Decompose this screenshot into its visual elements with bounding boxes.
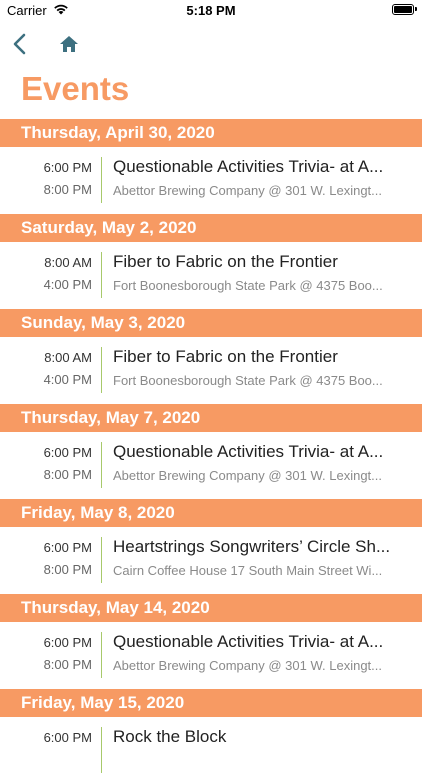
event-row[interactable]: 8:00 AM 4:00 PM Fiber to Fabric on the F… [0,337,422,404]
page-title: Events [21,70,130,107]
event-title: Fiber to Fabric on the Frontier [113,347,338,366]
event-title: Questionable Activities Trivia- at A... [113,632,384,651]
events-list: Thursday, April 30, 2020 6:00 PM 8:00 PM… [0,119,422,784]
chevron-left-icon [13,33,26,55]
event-divider [101,157,102,203]
event-title: Rock the Block [113,727,227,746]
home-button[interactable] [58,34,80,54]
status-bar: Carrier 5:18 PM [0,0,422,22]
event-start-time: 8:00 AM [44,350,92,365]
event-row[interactable]: 6:00 PM 8:00 PM Questionable Activities … [0,432,422,499]
event-location: Abettor Brewing Company @ 301 W. Lexingt… [113,468,382,483]
day-section: Saturday, May 2, 2020 8:00 AM 4:00 PM Fi… [0,214,422,309]
event-location: Fort Boonesborough State Park @ 4375 Boo… [113,278,383,293]
event-divider [101,727,102,773]
day-section: Thursday, May 14, 2020 6:00 PM 8:00 PM Q… [0,594,422,689]
event-divider [101,252,102,298]
day-section: Thursday, April 30, 2020 6:00 PM 8:00 PM… [0,119,422,214]
day-section: Friday, May 8, 2020 6:00 PM 8:00 PM Hear… [0,499,422,594]
event-end-time: 4:00 PM [43,277,92,292]
event-row[interactable]: 6:00 PM 8:00 PM Questionable Activities … [0,622,422,689]
event-start-time: 6:00 PM [43,445,92,460]
day-header: Friday, May 8, 2020 [0,499,422,527]
event-location: Abettor Brewing Company @ 301 W. Lexingt… [113,658,382,673]
day-header: Thursday, April 30, 2020 [0,119,422,147]
event-row[interactable]: 8:00 AM 4:00 PM Fiber to Fabric on the F… [0,242,422,309]
navigation-bar [0,26,422,62]
day-header: Sunday, May 3, 2020 [0,309,422,337]
event-start-time: 6:00 PM [43,160,92,175]
event-divider [101,347,102,393]
event-title: Fiber to Fabric on the Frontier [113,252,338,271]
back-button[interactable] [10,32,32,56]
day-section: Thursday, May 7, 2020 6:00 PM 8:00 PM Qu… [0,404,422,499]
day-header: Thursday, May 7, 2020 [0,404,422,432]
event-row[interactable]: 6:00 PM 8:00 PM Questionable Activities … [0,147,422,214]
battery-icon [392,4,417,15]
event-row[interactable]: 6:00 PM Rock the Block [0,717,422,784]
home-icon [60,36,78,52]
event-end-time: 8:00 PM [43,467,92,482]
event-title: Questionable Activities Trivia- at A... [113,442,384,461]
day-section: Friday, May 15, 2020 6:00 PM Rock the Bl… [0,689,422,784]
day-section: Sunday, May 3, 2020 8:00 AM 4:00 PM Fibe… [0,309,422,404]
status-time: 5:18 PM [186,3,236,18]
event-title: Questionable Activities Trivia- at A... [113,157,384,176]
event-location: Fort Boonesborough State Park @ 4375 Boo… [113,373,383,388]
event-start-time: 6:00 PM [43,730,92,745]
event-title: Heartstrings Songwriters’ Circle Sh... [113,537,391,556]
event-start-time: 6:00 PM [43,635,92,650]
event-end-time: 8:00 PM [43,657,92,672]
event-end-time: 8:00 PM [43,182,92,197]
event-divider [101,537,102,583]
day-header: Thursday, May 14, 2020 [0,594,422,622]
day-header: Saturday, May 2, 2020 [0,214,422,242]
event-end-time: 8:00 PM [43,562,92,577]
event-divider [101,442,102,488]
day-header: Friday, May 15, 2020 [0,689,422,717]
event-row[interactable]: 6:00 PM 8:00 PM Heartstrings Songwriters… [0,527,422,594]
event-divider [101,632,102,678]
event-start-time: 8:00 AM [44,255,92,270]
event-location: Cairn Coffee House 17 South Main Street … [113,563,383,578]
event-location: Abettor Brewing Company @ 301 W. Lexingt… [113,183,382,198]
event-start-time: 6:00 PM [43,540,92,555]
event-end-time: 4:00 PM [43,372,92,387]
